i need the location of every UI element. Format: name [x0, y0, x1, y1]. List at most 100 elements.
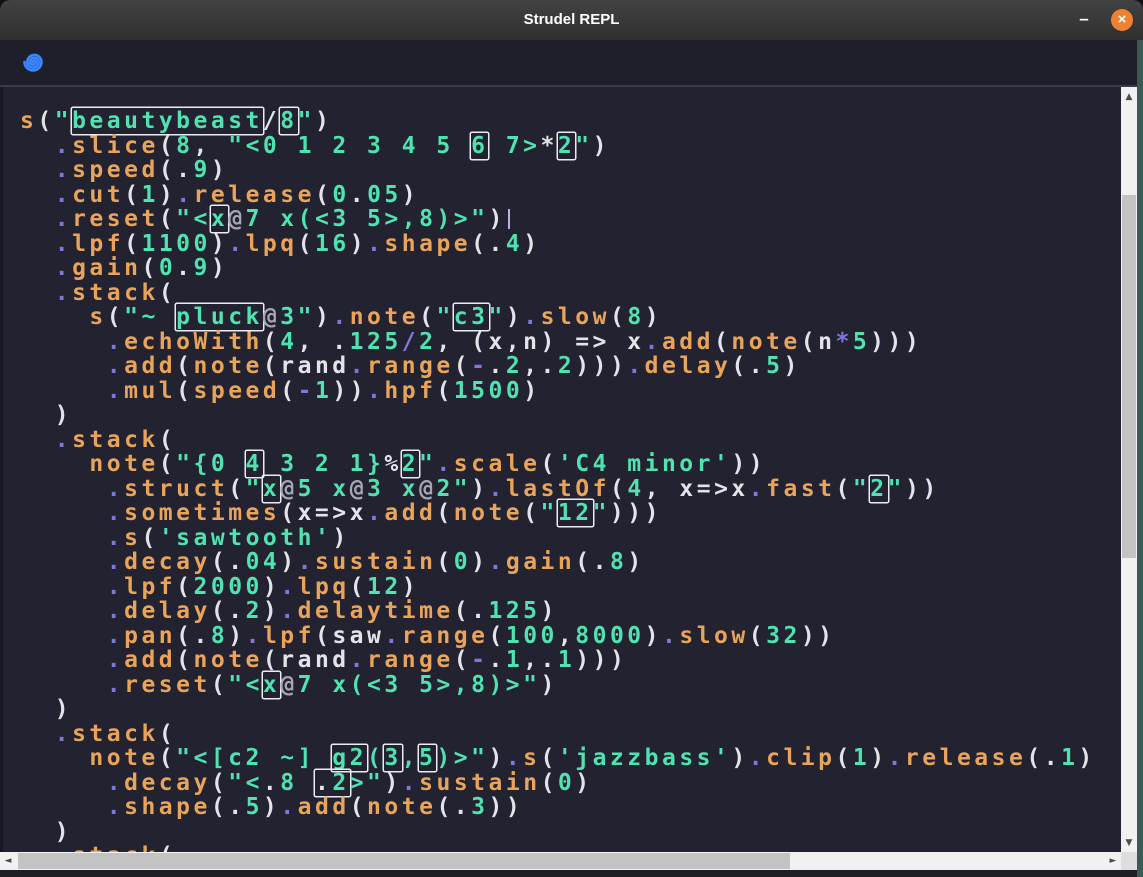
code-token: (	[159, 427, 176, 453]
code-token: /	[402, 329, 419, 355]
code-token: .	[55, 133, 72, 159]
code-token: )	[523, 231, 540, 257]
code-token: (rand	[263, 353, 350, 379]
code-token: 2	[246, 598, 263, 624]
code-token: (	[124, 182, 141, 208]
code-line: .lpf(2000).lpq(12)	[20, 575, 1121, 600]
toolbar	[0, 40, 1137, 87]
code-line: .add(note(rand.range(-.2,.2))).delay(.5)	[20, 354, 1121, 379]
code-token: 0	[454, 549, 471, 575]
scroll-down-icon[interactable]: ▼	[1121, 834, 1137, 852]
code-token: 100	[506, 623, 558, 649]
code-token: .	[107, 647, 124, 673]
code-token: )	[402, 574, 419, 600]
code-token: (	[211, 770, 228, 796]
code-token: (	[367, 745, 384, 771]
code-token: .	[55, 157, 72, 183]
code-token: (	[419, 304, 436, 330]
code-token: shape	[124, 794, 211, 820]
code-token: .	[176, 255, 193, 281]
code-token: 'sawtooth'	[159, 525, 332, 551]
scroll-right-icon[interactable]: ►	[1105, 852, 1121, 870]
titlebar: Strudel REPL – ×	[0, 0, 1143, 40]
code-token: .	[107, 598, 124, 624]
code-token: (	[835, 745, 852, 771]
code-token: .	[749, 745, 766, 771]
code-token: , x=>x	[645, 476, 749, 502]
code-line: .gain(0.9)	[20, 256, 1121, 281]
code-token: .	[749, 476, 766, 502]
code-token: 32	[766, 623, 801, 649]
code-token: "	[853, 476, 870, 502]
code-token: )	[471, 476, 488, 502]
code-token: 8	[280, 108, 297, 134]
code-line: .lpf(1100).lpq(16).shape(.4)	[20, 232, 1121, 257]
code-token: 3	[384, 745, 401, 771]
horizontal-scrollbar[interactable]: ◄ ►	[0, 852, 1121, 870]
code-token: (	[350, 794, 367, 820]
code-token: )))	[610, 500, 662, 526]
close-button[interactable]: ×	[1111, 9, 1133, 31]
code-token: lpq	[298, 574, 350, 600]
code-token: (	[159, 451, 176, 477]
code-token: "	[593, 500, 610, 526]
code-line: .s('sawtooth')	[20, 526, 1121, 551]
code-token	[20, 329, 107, 355]
code-token: "<0 1 2 3 4 5	[228, 133, 471, 159]
code-token: (x=>x	[280, 500, 367, 526]
code-token: (	[211, 672, 228, 698]
code-token: )	[228, 623, 245, 649]
code-token: 7 x(<3 5>,8)>"	[298, 672, 541, 698]
active-event-highlight-box: g2	[332, 745, 367, 771]
code-line: s("beautybeast/8")	[20, 109, 1121, 134]
code-token: "	[489, 304, 506, 330]
code-token: delaytime	[298, 598, 454, 624]
code-token	[20, 525, 107, 551]
code-token: (	[541, 745, 558, 771]
code-token: )	[280, 549, 297, 575]
code-token: (	[176, 647, 193, 673]
code-token: .	[888, 745, 905, 771]
code-token	[20, 574, 107, 600]
code-token: (.	[176, 623, 211, 649]
code-token: )	[783, 353, 800, 379]
code-token: (	[37, 108, 54, 134]
code-token: reset	[72, 206, 159, 232]
code-token: .	[107, 672, 124, 698]
code-token	[20, 231, 55, 257]
minimize-button[interactable]: –	[1069, 0, 1099, 40]
code-token: "	[419, 451, 436, 477]
code-token: (	[454, 353, 471, 379]
scroll-left-icon[interactable]: ◄	[0, 852, 16, 870]
code-token	[20, 672, 107, 698]
code-editor[interactable]: s("beautybeast/8") .slice(8, "<0 1 2 3 4…	[0, 87, 1121, 852]
vertical-scrollbar[interactable]: ▲ ▼	[1121, 87, 1137, 852]
code-token: lpf	[124, 574, 176, 600]
code-token: 3	[471, 794, 488, 820]
code-token: slow	[541, 304, 610, 330]
code-token: )	[350, 231, 367, 257]
close-icon: ×	[1111, 9, 1133, 30]
code-token: "	[55, 108, 72, 134]
horizontal-scroll-thumb[interactable]	[18, 853, 790, 869]
code-token	[20, 549, 107, 575]
code-token: note	[89, 745, 158, 771]
code-token: .	[55, 427, 72, 453]
code-token: .	[489, 476, 506, 502]
active-event-highlight-box: 2	[558, 133, 575, 159]
code-token: 05	[367, 182, 402, 208]
code-token: (	[263, 329, 280, 355]
code-token: )	[211, 255, 228, 281]
scroll-up-icon[interactable]: ▲	[1121, 87, 1137, 105]
code-line: .reset("<x@7 x(<3 5>,8)>")	[20, 207, 1121, 232]
code-token: (	[107, 304, 124, 330]
code-token: s	[124, 525, 141, 551]
active-event-highlight-box: beautybeast	[72, 108, 263, 134]
code-token: )	[471, 549, 488, 575]
code-line: .decay("<.8 .2>").sustain(0)	[20, 771, 1121, 796]
code-token: 4	[246, 451, 263, 477]
code-token: stack	[72, 843, 159, 852]
vertical-scroll-thumb[interactable]	[1122, 195, 1136, 558]
code-token: note	[89, 451, 158, 477]
code-token: (.	[211, 598, 246, 624]
